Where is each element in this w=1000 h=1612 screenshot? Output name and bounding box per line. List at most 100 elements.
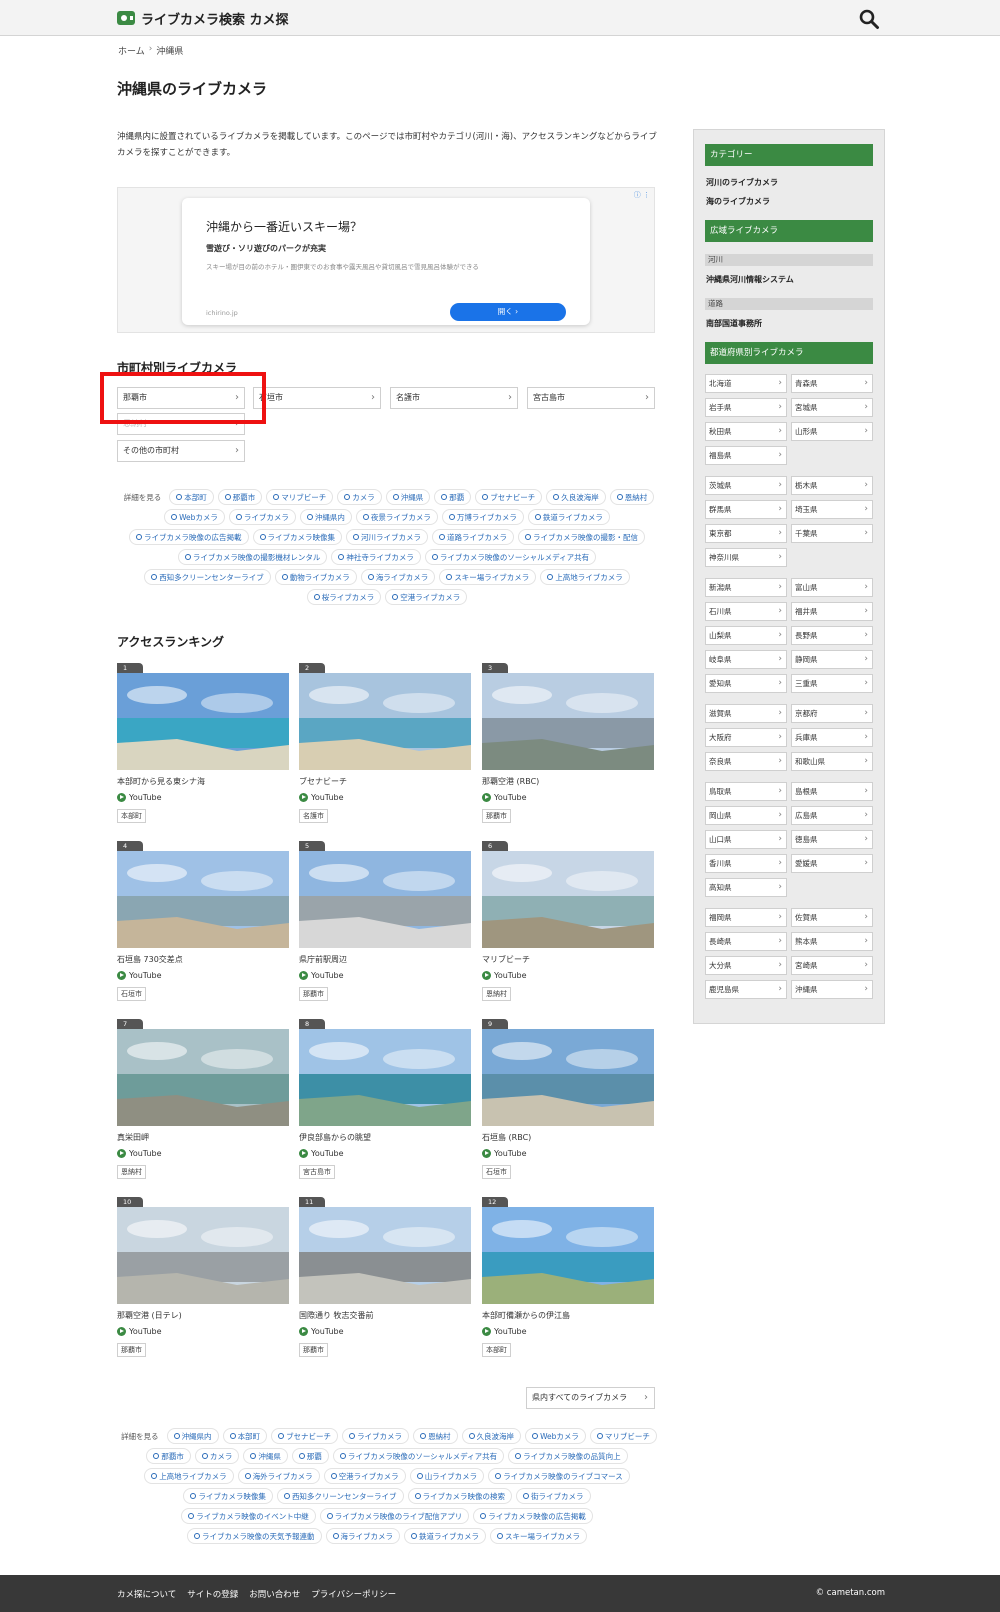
prefecture-button[interactable]: 岡山県 — [705, 806, 787, 825]
prefecture-button[interactable]: 新潟県 — [705, 578, 787, 597]
camera-thumbnail[interactable] — [299, 673, 471, 770]
camera-title[interactable]: 那覇空港 (RBC) — [482, 776, 539, 787]
tag-top-tag[interactable]: 本部町 — [169, 489, 214, 505]
camera-location-tag[interactable]: 石垣市 — [117, 987, 146, 1001]
prefecture-button[interactable]: 兵庫県 — [791, 728, 873, 747]
tag-top-tag[interactable]: 神社寺ライブカメラ — [331, 549, 421, 565]
tag-bottom-tag[interactable]: ライブカメラ映像集 — [183, 1488, 273, 1504]
prefecture-button[interactable]: 高知県 — [705, 878, 787, 897]
prefecture-button[interactable]: 徳島県 — [791, 830, 873, 849]
footer-link-privacy[interactable]: プライバシーポリシー — [311, 1588, 396, 1600]
tag-top-tag[interactable]: マリブビーチ — [266, 489, 334, 505]
prefecture-button[interactable]: 熊本県 — [791, 932, 873, 951]
tag-top-tag[interactable]: 河川ライブカメラ — [346, 529, 428, 545]
ad-banner[interactable]: ⓘ ⋮ 沖縄から一番近いスキー場？ 雪遊び・ソリ遊びのパークが充実 スキー場が目… — [117, 187, 655, 333]
camera-location-tag[interactable]: 石垣市 — [482, 1165, 511, 1179]
prefecture-button[interactable]: 栃木県 — [791, 476, 873, 495]
camera-thumbnail[interactable] — [299, 1207, 471, 1304]
tag-bottom-tag[interactable]: 街ライブカメラ — [516, 1488, 591, 1504]
camera-location-tag[interactable]: 本部町 — [482, 1343, 511, 1357]
prefecture-button[interactable]: 愛知県 — [705, 674, 787, 693]
footer-link-contact[interactable]: お問い合わせ — [249, 1588, 300, 1600]
city-button-other[interactable]: その他の市町村 — [117, 440, 245, 462]
tag-top-tag[interactable]: スキー場ライブカメラ — [439, 569, 537, 585]
camera-title[interactable]: 石垣島 (RBC) — [482, 1132, 531, 1143]
tag-top-tag[interactable]: 久良波海岸 — [546, 489, 606, 505]
camera-title[interactable]: 石垣島 730交差点 — [117, 954, 183, 965]
sidebar-link-sea[interactable]: 海のライブカメラ — [706, 196, 770, 207]
tag-top-tag[interactable]: ライブカメラ映像の撮影・配信 — [518, 529, 645, 545]
tag-bottom-tag[interactable]: ライブカメラ映像のライブ配信アプリ — [319, 1508, 470, 1524]
ranking-card[interactable]: 4 石垣島 730交差点 YouTube 石垣市 — [117, 841, 289, 1003]
tag-bottom-tag[interactable]: 山ライブカメラ — [409, 1468, 485, 1484]
prefecture-button[interactable]: 富山県 — [791, 578, 873, 597]
tag-bottom-tag[interactable]: ライブカメラ映像の天気予報連動 — [187, 1528, 322, 1544]
ranking-card[interactable]: 2 ブセナビーチ YouTube 名護市 — [299, 663, 471, 825]
tag-bottom-tag[interactable]: 上高地ライブカメラ — [144, 1468, 234, 1484]
prefecture-button[interactable]: 石川県 — [705, 602, 787, 621]
prefecture-button[interactable]: 広島県 — [791, 806, 873, 825]
camera-location-tag[interactable]: 恩納村 — [117, 1165, 146, 1179]
camera-thumbnail[interactable] — [117, 1029, 289, 1126]
tag-top-tag[interactable]: 恩納村 — [609, 489, 655, 505]
tag-bottom-tag[interactable]: Webカメラ — [525, 1428, 586, 1444]
prefecture-button[interactable]: 京都府 — [791, 704, 873, 723]
tag-bottom-tag[interactable]: ライブカメラ映像のライブコマース — [488, 1468, 630, 1484]
prefecture-button[interactable]: 千葉県 — [791, 524, 873, 543]
tag-top-tag[interactable]: ライブカメラ映像の広告掲載 — [129, 529, 249, 545]
camera-title[interactable]: 本部町から見る東シナ海 — [117, 776, 205, 787]
prefecture-button[interactable]: 山梨県 — [705, 626, 787, 645]
prefecture-button[interactable]: 愛媛県 — [791, 854, 873, 873]
camera-location-tag[interactable]: 那覇市 — [299, 1343, 328, 1357]
tag-top-tag[interactable]: カメラ — [337, 489, 382, 505]
tag-top-tag[interactable]: 那覇市 — [217, 489, 263, 505]
tag-bottom-tag[interactable]: ライブカメラ映像のイベント中継 — [181, 1508, 316, 1524]
tag-bottom-tag[interactable]: マリブビーチ — [589, 1428, 657, 1444]
tag-bottom-tag[interactable]: ライブカメラ — [342, 1428, 410, 1444]
ad-info-icon[interactable]: ⓘ ⋮ — [634, 190, 650, 200]
tag-top-tag[interactable]: 那覇 — [434, 489, 472, 505]
tag-top-tag[interactable]: ライブカメラ映像のソーシャルメディア共有 — [424, 549, 597, 565]
tag-top-tag[interactable]: ブセナビーチ — [475, 489, 543, 505]
tag-top-tag[interactable]: ライブカメラ — [228, 509, 296, 525]
prefecture-button[interactable]: 香川県 — [705, 854, 787, 873]
ranking-card[interactable]: 12 本部町備瀬からの伊江島 YouTube 本部町 — [482, 1197, 654, 1359]
city-button-miyakojima[interactable]: 宮古島市 — [527, 387, 655, 409]
prefecture-button[interactable]: 静岡県 — [791, 650, 873, 669]
camera-title[interactable]: 伊良部島からの眺望 — [299, 1132, 371, 1143]
tag-top-tag[interactable]: 空港ライブカメラ — [385, 589, 468, 605]
tag-top-tag[interactable]: Webカメラ — [164, 509, 225, 525]
prefecture-button[interactable]: 岐阜県 — [705, 650, 787, 669]
prefecture-button[interactable]: 佐賀県 — [791, 908, 873, 927]
camera-thumbnail[interactable] — [299, 851, 471, 948]
prefecture-button[interactable]: 沖縄県 — [791, 980, 873, 999]
prefecture-button[interactable]: 山口県 — [705, 830, 787, 849]
camera-location-tag[interactable]: 宮古島市 — [299, 1165, 335, 1179]
tag-top-tag[interactable]: 海ライブカメラ — [360, 569, 436, 585]
ranking-card[interactable]: 8 伊良部島からの眺望 YouTube 宮古島市 — [299, 1019, 471, 1181]
camera-title[interactable]: 国際通り 牧志交番前 — [299, 1310, 374, 1321]
tag-top-tag[interactable]: 道路ライブカメラ — [432, 529, 514, 545]
tag-bottom-tag[interactable]: スキー場ライブカメラ — [490, 1528, 587, 1544]
tag-top-tag[interactable]: ライブカメラ映像集 — [252, 529, 342, 545]
tag-top-tag[interactable]: 動物ライブカメラ — [274, 569, 357, 585]
prefecture-button[interactable]: 福島県 — [705, 446, 787, 465]
prefecture-button[interactable]: 島根県 — [791, 782, 873, 801]
tag-bottom-tag[interactable]: 沖縄県内 — [166, 1428, 219, 1444]
camera-location-tag[interactable]: 那覇市 — [299, 987, 328, 1001]
camera-thumbnail[interactable] — [482, 1029, 654, 1126]
camera-title[interactable]: 那覇空港 (日テレ) — [117, 1310, 182, 1321]
tag-bottom-tag[interactable]: 空港ライブカメラ — [323, 1468, 406, 1484]
prefecture-button[interactable]: 茨城県 — [705, 476, 787, 495]
tag-bottom-tag[interactable]: 恩納村 — [413, 1428, 458, 1444]
tag-bottom-tag[interactable]: 海外ライブカメラ — [237, 1468, 320, 1484]
prefecture-button[interactable]: 長野県 — [791, 626, 873, 645]
tag-bottom-tag[interactable]: 久良波海岸 — [461, 1428, 522, 1444]
camera-location-tag[interactable]: 本部町 — [117, 809, 146, 823]
prefecture-button[interactable]: 群馬県 — [705, 500, 787, 519]
tag-top-tag[interactable]: 夜景ライブカメラ — [355, 509, 438, 525]
tag-bottom-tag[interactable]: ブセナビーチ — [271, 1428, 339, 1444]
camera-location-tag[interactable]: 那覇市 — [482, 809, 511, 823]
camera-thumbnail[interactable] — [117, 1207, 289, 1304]
camera-thumbnail[interactable] — [482, 673, 654, 770]
